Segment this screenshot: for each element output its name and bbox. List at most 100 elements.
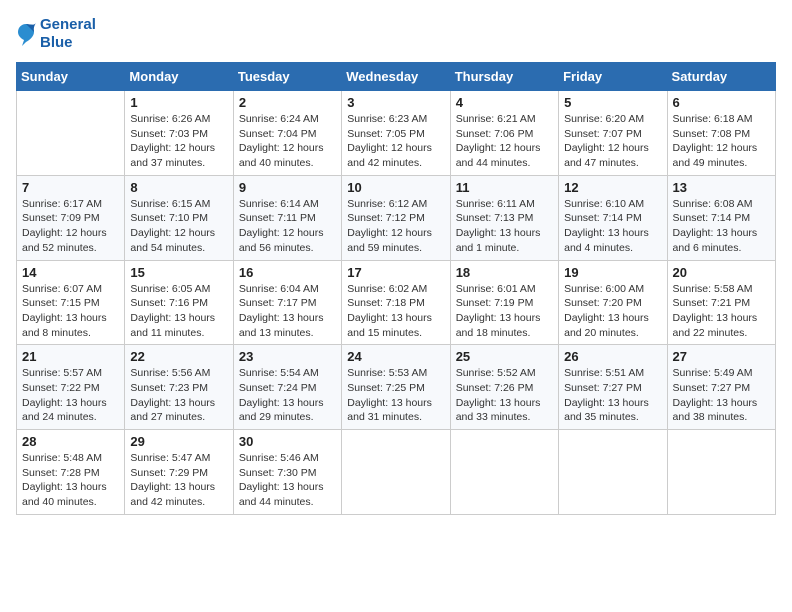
day-info: Sunrise: 5:46 AMSunset: 7:30 PMDaylight:… — [239, 451, 336, 510]
day-number: 7 — [22, 180, 119, 195]
day-info: Sunrise: 5:53 AMSunset: 7:25 PMDaylight:… — [347, 366, 444, 425]
day-number: 15 — [130, 265, 227, 280]
day-info: Sunrise: 5:58 AMSunset: 7:21 PMDaylight:… — [673, 282, 770, 341]
calendar-cell: 14 Sunrise: 6:07 AMSunset: 7:15 PMDaylig… — [17, 260, 125, 345]
day-info: Sunrise: 6:01 AMSunset: 7:19 PMDaylight:… — [456, 282, 553, 341]
day-info: Sunrise: 6:20 AMSunset: 7:07 PMDaylight:… — [564, 112, 661, 171]
calendar-cell: 3 Sunrise: 6:23 AMSunset: 7:05 PMDayligh… — [342, 91, 450, 176]
logo: General Blue — [16, 16, 96, 52]
calendar-cell: 7 Sunrise: 6:17 AMSunset: 7:09 PMDayligh… — [17, 175, 125, 260]
calendar-cell: 28 Sunrise: 5:48 AMSunset: 7:28 PMDaylig… — [17, 430, 125, 515]
calendar-cell: 17 Sunrise: 6:02 AMSunset: 7:18 PMDaylig… — [342, 260, 450, 345]
day-info: Sunrise: 6:04 AMSunset: 7:17 PMDaylight:… — [239, 282, 336, 341]
calendar-cell: 8 Sunrise: 6:15 AMSunset: 7:10 PMDayligh… — [125, 175, 233, 260]
day-info: Sunrise: 6:11 AMSunset: 7:13 PMDaylight:… — [456, 197, 553, 256]
calendar-cell — [559, 430, 667, 515]
day-info: Sunrise: 6:26 AMSunset: 7:03 PMDaylight:… — [130, 112, 227, 171]
header-day: Friday — [559, 63, 667, 91]
calendar-cell: 15 Sunrise: 6:05 AMSunset: 7:16 PMDaylig… — [125, 260, 233, 345]
calendar-cell: 25 Sunrise: 5:52 AMSunset: 7:26 PMDaylig… — [450, 345, 558, 430]
calendar-cell: 20 Sunrise: 5:58 AMSunset: 7:21 PMDaylig… — [667, 260, 775, 345]
day-info: Sunrise: 6:08 AMSunset: 7:14 PMDaylight:… — [673, 197, 770, 256]
header-day: Sunday — [17, 63, 125, 91]
day-number: 8 — [130, 180, 227, 195]
day-number: 24 — [347, 349, 444, 364]
header-day: Wednesday — [342, 63, 450, 91]
calendar-week-row: 21 Sunrise: 5:57 AMSunset: 7:22 PMDaylig… — [17, 345, 776, 430]
header-day: Monday — [125, 63, 233, 91]
calendar-week-row: 28 Sunrise: 5:48 AMSunset: 7:28 PMDaylig… — [17, 430, 776, 515]
calendar-cell: 1 Sunrise: 6:26 AMSunset: 7:03 PMDayligh… — [125, 91, 233, 176]
day-number: 30 — [239, 434, 336, 449]
calendar-cell: 13 Sunrise: 6:08 AMSunset: 7:14 PMDaylig… — [667, 175, 775, 260]
calendar-cell: 9 Sunrise: 6:14 AMSunset: 7:11 PMDayligh… — [233, 175, 341, 260]
calendar-cell: 2 Sunrise: 6:24 AMSunset: 7:04 PMDayligh… — [233, 91, 341, 176]
calendar-cell: 30 Sunrise: 5:46 AMSunset: 7:30 PMDaylig… — [233, 430, 341, 515]
day-number: 14 — [22, 265, 119, 280]
day-number: 16 — [239, 265, 336, 280]
calendar-cell: 22 Sunrise: 5:56 AMSunset: 7:23 PMDaylig… — [125, 345, 233, 430]
calendar-cell: 10 Sunrise: 6:12 AMSunset: 7:12 PMDaylig… — [342, 175, 450, 260]
calendar-cell — [667, 430, 775, 515]
day-number: 2 — [239, 95, 336, 110]
calendar-cell: 16 Sunrise: 6:04 AMSunset: 7:17 PMDaylig… — [233, 260, 341, 345]
page-header: General Blue — [16, 16, 776, 52]
calendar-cell: 27 Sunrise: 5:49 AMSunset: 7:27 PMDaylig… — [667, 345, 775, 430]
day-number: 11 — [456, 180, 553, 195]
day-info: Sunrise: 6:18 AMSunset: 7:08 PMDaylight:… — [673, 112, 770, 171]
day-number: 3 — [347, 95, 444, 110]
day-info: Sunrise: 6:23 AMSunset: 7:05 PMDaylight:… — [347, 112, 444, 171]
day-number: 5 — [564, 95, 661, 110]
day-number: 21 — [22, 349, 119, 364]
day-info: Sunrise: 6:14 AMSunset: 7:11 PMDaylight:… — [239, 197, 336, 256]
calendar-cell: 12 Sunrise: 6:10 AMSunset: 7:14 PMDaylig… — [559, 175, 667, 260]
header-day: Tuesday — [233, 63, 341, 91]
calendar-week-row: 7 Sunrise: 6:17 AMSunset: 7:09 PMDayligh… — [17, 175, 776, 260]
day-number: 19 — [564, 265, 661, 280]
day-info: Sunrise: 6:10 AMSunset: 7:14 PMDaylight:… — [564, 197, 661, 256]
logo-name: General — [40, 16, 96, 34]
calendar-cell: 18 Sunrise: 6:01 AMSunset: 7:19 PMDaylig… — [450, 260, 558, 345]
header-row: SundayMondayTuesdayWednesdayThursdayFrid… — [17, 63, 776, 91]
day-number: 4 — [456, 95, 553, 110]
day-number: 28 — [22, 434, 119, 449]
day-number: 20 — [673, 265, 770, 280]
day-info: Sunrise: 6:07 AMSunset: 7:15 PMDaylight:… — [22, 282, 119, 341]
day-number: 18 — [456, 265, 553, 280]
day-number: 13 — [673, 180, 770, 195]
calendar-cell: 29 Sunrise: 5:47 AMSunset: 7:29 PMDaylig… — [125, 430, 233, 515]
day-number: 17 — [347, 265, 444, 280]
day-info: Sunrise: 5:54 AMSunset: 7:24 PMDaylight:… — [239, 366, 336, 425]
calendar-cell: 4 Sunrise: 6:21 AMSunset: 7:06 PMDayligh… — [450, 91, 558, 176]
day-number: 1 — [130, 95, 227, 110]
day-number: 10 — [347, 180, 444, 195]
day-info: Sunrise: 5:52 AMSunset: 7:26 PMDaylight:… — [456, 366, 553, 425]
calendar-cell — [450, 430, 558, 515]
logo-blue: Blue — [40, 34, 96, 52]
calendar-cell: 19 Sunrise: 6:00 AMSunset: 7:20 PMDaylig… — [559, 260, 667, 345]
day-number: 6 — [673, 95, 770, 110]
calendar-cell: 5 Sunrise: 6:20 AMSunset: 7:07 PMDayligh… — [559, 91, 667, 176]
day-number: 23 — [239, 349, 336, 364]
calendar-cell: 21 Sunrise: 5:57 AMSunset: 7:22 PMDaylig… — [17, 345, 125, 430]
day-info: Sunrise: 5:48 AMSunset: 7:28 PMDaylight:… — [22, 451, 119, 510]
header-day: Thursday — [450, 63, 558, 91]
day-info: Sunrise: 5:47 AMSunset: 7:29 PMDaylight:… — [130, 451, 227, 510]
calendar-week-row: 1 Sunrise: 6:26 AMSunset: 7:03 PMDayligh… — [17, 91, 776, 176]
calendar-cell: 11 Sunrise: 6:11 AMSunset: 7:13 PMDaylig… — [450, 175, 558, 260]
day-info: Sunrise: 5:49 AMSunset: 7:27 PMDaylight:… — [673, 366, 770, 425]
day-info: Sunrise: 6:15 AMSunset: 7:10 PMDaylight:… — [130, 197, 227, 256]
day-info: Sunrise: 6:05 AMSunset: 7:16 PMDaylight:… — [130, 282, 227, 341]
logo-bird-icon — [16, 22, 36, 46]
header-day: Saturday — [667, 63, 775, 91]
day-info: Sunrise: 6:24 AMSunset: 7:04 PMDaylight:… — [239, 112, 336, 171]
day-info: Sunrise: 6:00 AMSunset: 7:20 PMDaylight:… — [564, 282, 661, 341]
day-number: 22 — [130, 349, 227, 364]
calendar-cell: 6 Sunrise: 6:18 AMSunset: 7:08 PMDayligh… — [667, 91, 775, 176]
day-number: 26 — [564, 349, 661, 364]
calendar-cell — [17, 91, 125, 176]
day-number: 27 — [673, 349, 770, 364]
day-info: Sunrise: 6:21 AMSunset: 7:06 PMDaylight:… — [456, 112, 553, 171]
day-number: 9 — [239, 180, 336, 195]
day-info: Sunrise: 6:02 AMSunset: 7:18 PMDaylight:… — [347, 282, 444, 341]
